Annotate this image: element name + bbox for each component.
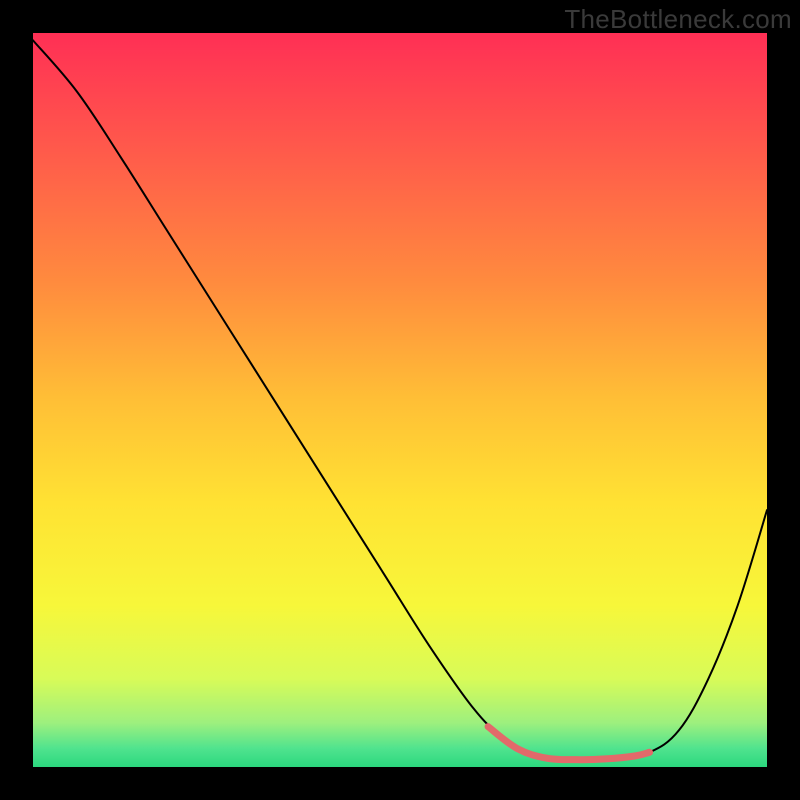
watermark-label: TheBottleneck.com <box>564 4 792 35</box>
chart-frame: TheBottleneck.com <box>0 0 800 800</box>
gradient-rect <box>33 33 767 767</box>
plot-area <box>33 33 767 767</box>
chart-svg <box>33 33 767 767</box>
